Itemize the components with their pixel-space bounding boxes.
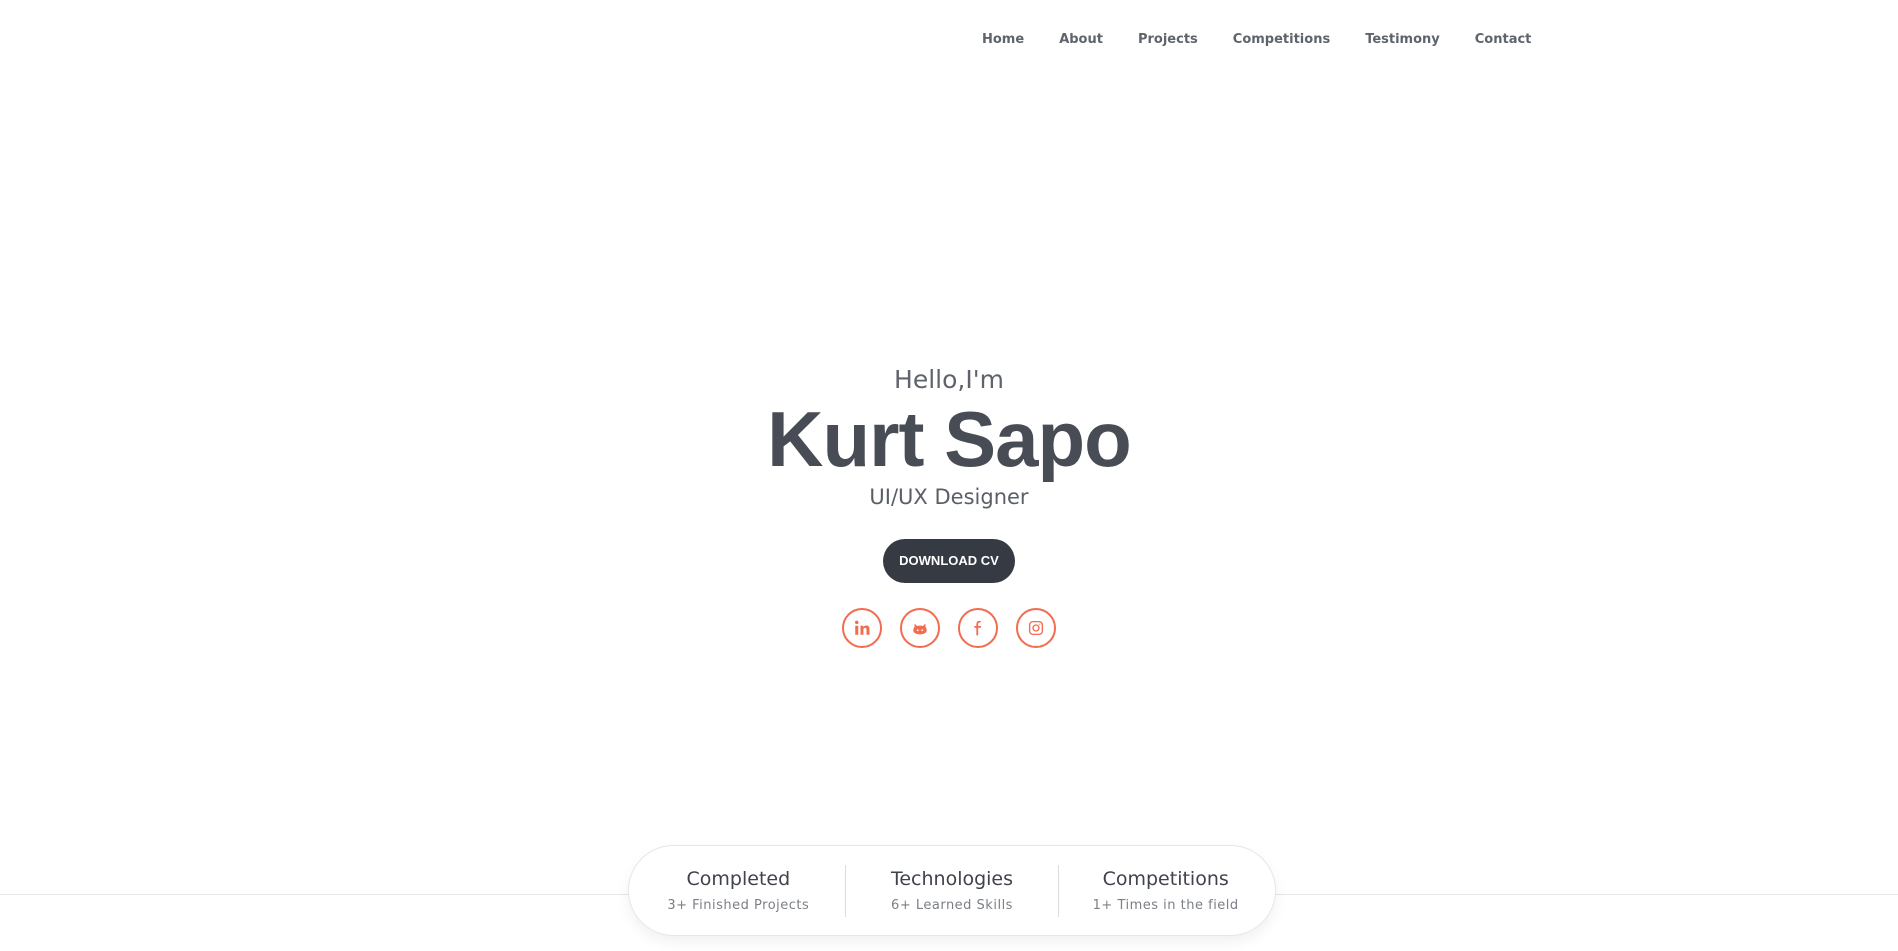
instagram-icon	[1027, 619, 1045, 637]
hero-role: UI/UX Designer	[869, 485, 1029, 509]
stat-title: Completed	[686, 867, 791, 890]
stat-technologies: Technologies 6+ Learned Skills	[846, 866, 1059, 916]
stat-completed: Completed 3+ Finished Projects	[632, 866, 845, 916]
main-nav: Home About Projects Competitions Testimo…	[982, 28, 1531, 50]
github-link[interactable]	[900, 608, 940, 648]
nav-contact[interactable]: Contact	[1475, 32, 1532, 47]
stat-subtitle: 1+ Times in the field	[1092, 897, 1239, 913]
stat-subtitle: 3+ Finished Projects	[667, 897, 810, 913]
linkedin-icon	[853, 619, 871, 637]
facebook-link[interactable]	[958, 608, 998, 648]
nav-projects[interactable]: Projects	[1138, 32, 1198, 47]
github-icon	[911, 619, 929, 637]
stat-title: Competitions	[1102, 867, 1229, 890]
hero-greeting: Hello,I'm	[894, 365, 1004, 394]
stats-bar: Completed 3+ Finished Projects Technolog…	[628, 845, 1276, 936]
facebook-icon	[969, 619, 987, 637]
instagram-link[interactable]	[1016, 608, 1056, 648]
download-cv-button[interactable]: DOWNLOAD CV	[883, 539, 1015, 583]
stat-title: Technologies	[890, 867, 1014, 890]
hero-name: Kurt Sapo	[767, 395, 1132, 483]
nav-about[interactable]: About	[1059, 32, 1103, 47]
nav-competitions[interactable]: Competitions	[1233, 32, 1330, 47]
stat-competitions: Competitions 1+ Times in the field	[1059, 866, 1272, 916]
hero-section: Hello,I'm Kurt Sapo UI/UX Designer DOWNL…	[0, 360, 1898, 648]
nav-home[interactable]: Home	[982, 32, 1024, 47]
nav-testimony[interactable]: Testimony	[1365, 32, 1440, 47]
linkedin-link[interactable]	[842, 608, 882, 648]
stat-subtitle: 6+ Learned Skills	[891, 897, 1013, 913]
social-links	[0, 608, 1898, 648]
